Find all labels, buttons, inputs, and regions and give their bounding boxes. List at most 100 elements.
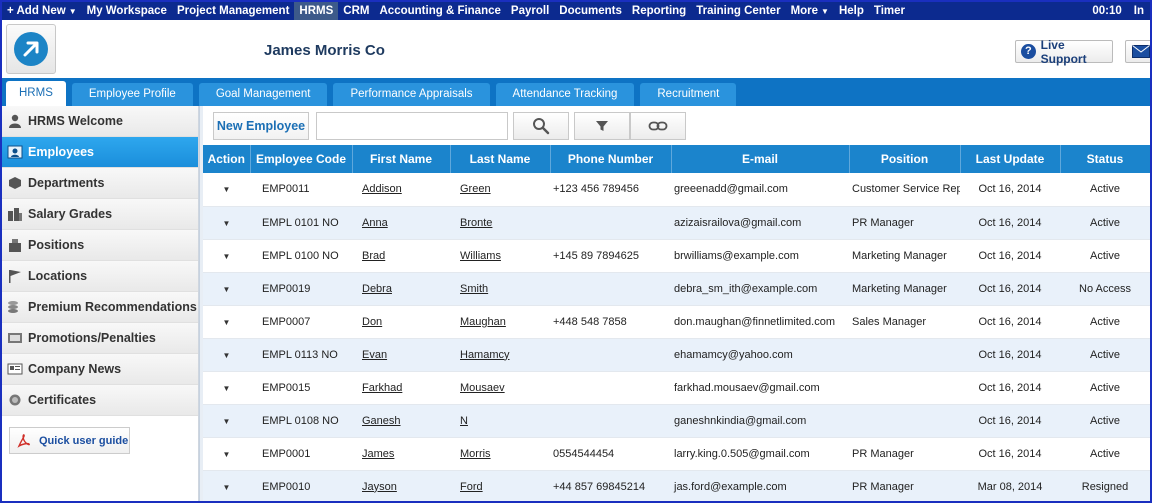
cell-first-name[interactable]: Addison: [352, 173, 450, 207]
row-action-cell[interactable]: ▼: [203, 173, 250, 207]
sidebar-item-salary-grades[interactable]: Salary Grades: [2, 199, 198, 230]
tab-performance-appraisals[interactable]: Performance Appraisals: [333, 83, 490, 106]
mail-button[interactable]: [1125, 40, 1150, 63]
nav-timer[interactable]: Timer: [869, 2, 910, 20]
sidebar-item-hrms-welcome[interactable]: HRMS Welcome: [2, 106, 198, 137]
sidebar-item-label: Departments: [28, 176, 105, 190]
table-row: ▼ EMPL 0113 NO Evan Hamamcy ehamamcy@yahoo.c…: [203, 338, 1150, 372]
cell-last-name[interactable]: Bronte: [450, 206, 550, 240]
nav-crm[interactable]: CRM: [338, 2, 374, 20]
nav-reporting[interactable]: Reporting: [627, 2, 691, 20]
new-employee-button[interactable]: New Employee: [213, 112, 309, 140]
cell-last-name[interactable]: Hamamcy: [450, 338, 550, 372]
cell-employee-code: EMPL 0108 NO: [250, 404, 352, 438]
sidebar-item-positions[interactable]: Positions: [2, 230, 198, 261]
nav-my-workspace[interactable]: My Workspace: [82, 2, 172, 20]
row-action-cell[interactable]: ▼: [203, 305, 250, 339]
cell-email: greeenadd@gmail.com: [671, 173, 849, 207]
cell-first-name[interactable]: Brad: [352, 239, 450, 273]
nav-accounting-finance[interactable]: Accounting & Finance: [375, 2, 506, 20]
cell-email: brwilliams@example.com: [671, 239, 849, 273]
sidebar-item-promotions-penalties[interactable]: Promotions/Penalties: [2, 323, 198, 354]
cell-last-name[interactable]: Mousaev: [450, 371, 550, 405]
nav-payroll[interactable]: Payroll: [506, 2, 554, 20]
cell-first-name[interactable]: Don: [352, 305, 450, 339]
tab-attendance-tracking[interactable]: Attendance Tracking: [495, 83, 635, 106]
row-action-cell[interactable]: ▼: [203, 470, 250, 501]
col-first-name[interactable]: First Name: [352, 145, 451, 173]
cell-first-name[interactable]: Farkhad: [352, 371, 450, 405]
sidebar-item-premium-recommendations[interactable]: Premium Recommendations: [2, 292, 198, 323]
cell-email: jas.ford@example.com: [671, 470, 849, 501]
nav-documents[interactable]: Documents: [554, 2, 627, 20]
tab-recruitment[interactable]: Recruitment: [640, 83, 737, 106]
cell-position: PR Manager: [849, 206, 960, 240]
table-row: ▼ EMPL 0108 NO Ganesh Nganeshnkindia@gmail.…: [203, 404, 1150, 438]
app-logo[interactable]: [6, 24, 56, 74]
cell-last-name[interactable]: Ford: [450, 470, 550, 501]
cell-position: Marketing Manager: [849, 239, 960, 273]
cell-first-name[interactable]: Jayson: [352, 470, 450, 501]
row-action-cell[interactable]: ▼: [203, 371, 250, 405]
col-position[interactable]: Position: [849, 145, 961, 173]
nav-help[interactable]: Help: [834, 2, 869, 20]
col-last-update[interactable]: Last Update: [960, 145, 1061, 173]
chevron-down-icon: ▼: [821, 7, 829, 16]
col-employee-code[interactable]: Employee Code: [250, 145, 353, 173]
col-phone-number[interactable]: Phone Number: [550, 145, 672, 173]
row-action-cell[interactable]: ▼: [203, 272, 250, 306]
search-input[interactable]: [316, 112, 508, 140]
live-support-button[interactable]: ? Live Support: [1015, 37, 1113, 66]
cell-last-name[interactable]: Maughan: [450, 305, 550, 339]
cell-email: farkhad.mousaev@gmail.com: [671, 371, 849, 405]
live-support-label: Live Support: [1040, 37, 1087, 66]
row-action-cell[interactable]: ▼: [203, 206, 250, 240]
nav-training-center[interactable]: Training Center: [691, 2, 785, 20]
col-last-name[interactable]: Last Name: [450, 145, 551, 173]
col-email[interactable]: E-mail: [671, 145, 850, 173]
cell-last-update: Oct 16, 2014: [960, 173, 1060, 207]
sidebar-item-company-news[interactable]: Company News: [2, 354, 198, 385]
cell-position: Customer Service Rep: [849, 173, 960, 207]
row-action-cell[interactable]: ▼: [203, 404, 250, 438]
cell-employee-code: EMP0001: [250, 437, 352, 471]
sidebar-item-certificates[interactable]: Certificates: [2, 385, 198, 416]
cell-first-name[interactable]: Evan: [352, 338, 450, 372]
sidebar-item-employees[interactable]: Employees: [2, 137, 198, 168]
nav-more[interactable]: More ▼: [786, 2, 834, 20]
reset-button[interactable]: [630, 112, 686, 140]
cell-first-name[interactable]: Anna: [352, 206, 450, 240]
row-action-cell[interactable]: ▼: [203, 239, 250, 273]
cell-last-name[interactable]: Smith: [450, 272, 550, 306]
row-action-cell[interactable]: ▼: [203, 437, 250, 471]
cell-last-name[interactable]: Morris: [450, 437, 550, 471]
cell-employee-code: EMP0011: [250, 173, 352, 207]
tab-employee-profile[interactable]: Employee Profile: [71, 83, 193, 106]
cell-email: ehamamcy@yahoo.com: [671, 338, 849, 372]
award-icon: [9, 394, 21, 406]
cell-first-name[interactable]: Debra: [352, 272, 450, 306]
cell-first-name[interactable]: James: [352, 437, 450, 471]
filter-button[interactable]: [574, 112, 630, 140]
col-status[interactable]: Status: [1060, 145, 1150, 173]
cell-status: Active: [1060, 371, 1150, 405]
tab-goal-management[interactable]: Goal Management: [198, 83, 328, 106]
cell-last-update: Oct 16, 2014: [960, 437, 1060, 471]
quick-user-guide-button[interactable]: Quick user guide: [9, 427, 130, 454]
module-tabs: HRMS Employee Profile Goal Management Pe…: [2, 78, 1150, 106]
cell-first-name[interactable]: Ganesh: [352, 404, 450, 438]
tab-hrms[interactable]: HRMS: [6, 81, 66, 106]
cell-last-name[interactable]: Williams: [450, 239, 550, 273]
nav-add-new[interactable]: + Add New ▼: [2, 2, 82, 20]
sidebar-item-departments[interactable]: Departments: [2, 168, 198, 199]
search-button[interactable]: [513, 112, 569, 140]
cell-last-name[interactable]: N: [450, 404, 550, 438]
row-action-cell[interactable]: ▼: [203, 338, 250, 372]
cube-icon: [9, 177, 21, 189]
user-status[interactable]: In: [1128, 2, 1150, 20]
nav-hrms[interactable]: HRMS: [294, 2, 339, 20]
col-action[interactable]: Action: [203, 145, 251, 173]
nav-project-management[interactable]: Project Management: [172, 2, 294, 20]
cell-last-name[interactable]: Green: [450, 173, 550, 207]
sidebar-item-locations[interactable]: Locations: [2, 261, 198, 292]
